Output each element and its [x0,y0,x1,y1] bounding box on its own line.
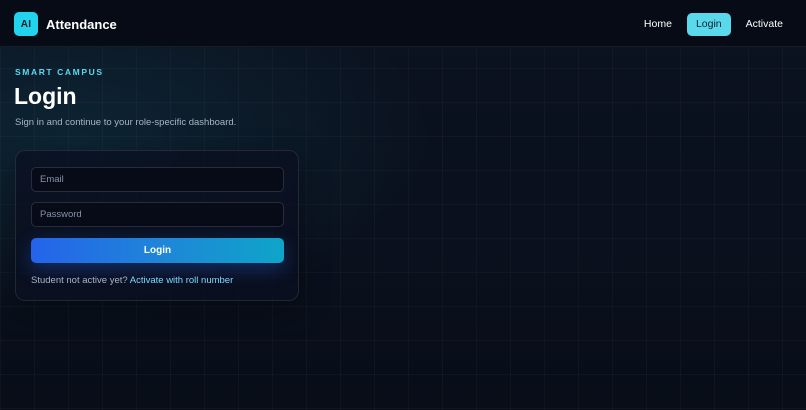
login-card: Login Student not active yet? Activate w… [15,150,299,301]
password-field[interactable] [31,202,284,227]
nav-activate-link[interactable]: Activate [737,13,792,36]
login-button[interactable]: Login [31,238,284,263]
top-navbar: AI Attendance Home Login Activate [0,0,806,47]
app-name: Attendance [46,16,117,32]
activation-helper: Student not active yet? Activate with ro… [31,275,233,286]
logo-badge: AI [14,12,38,36]
helper-text: Student not active yet? [31,275,130,286]
main-nav: Home Login Activate [635,13,792,36]
page-title: Login [14,83,77,109]
activate-link[interactable]: Activate with roll number [130,275,233,286]
nav-login-link[interactable]: Login [686,13,731,36]
nav-home-link[interactable]: Home [635,13,681,36]
page-subtitle: Sign in and continue to your role-specif… [15,117,237,128]
brand-link[interactable]: AI Attendance [14,12,117,36]
section-eyebrow: SMART CAMPUS [15,67,104,77]
email-field[interactable] [31,167,284,192]
